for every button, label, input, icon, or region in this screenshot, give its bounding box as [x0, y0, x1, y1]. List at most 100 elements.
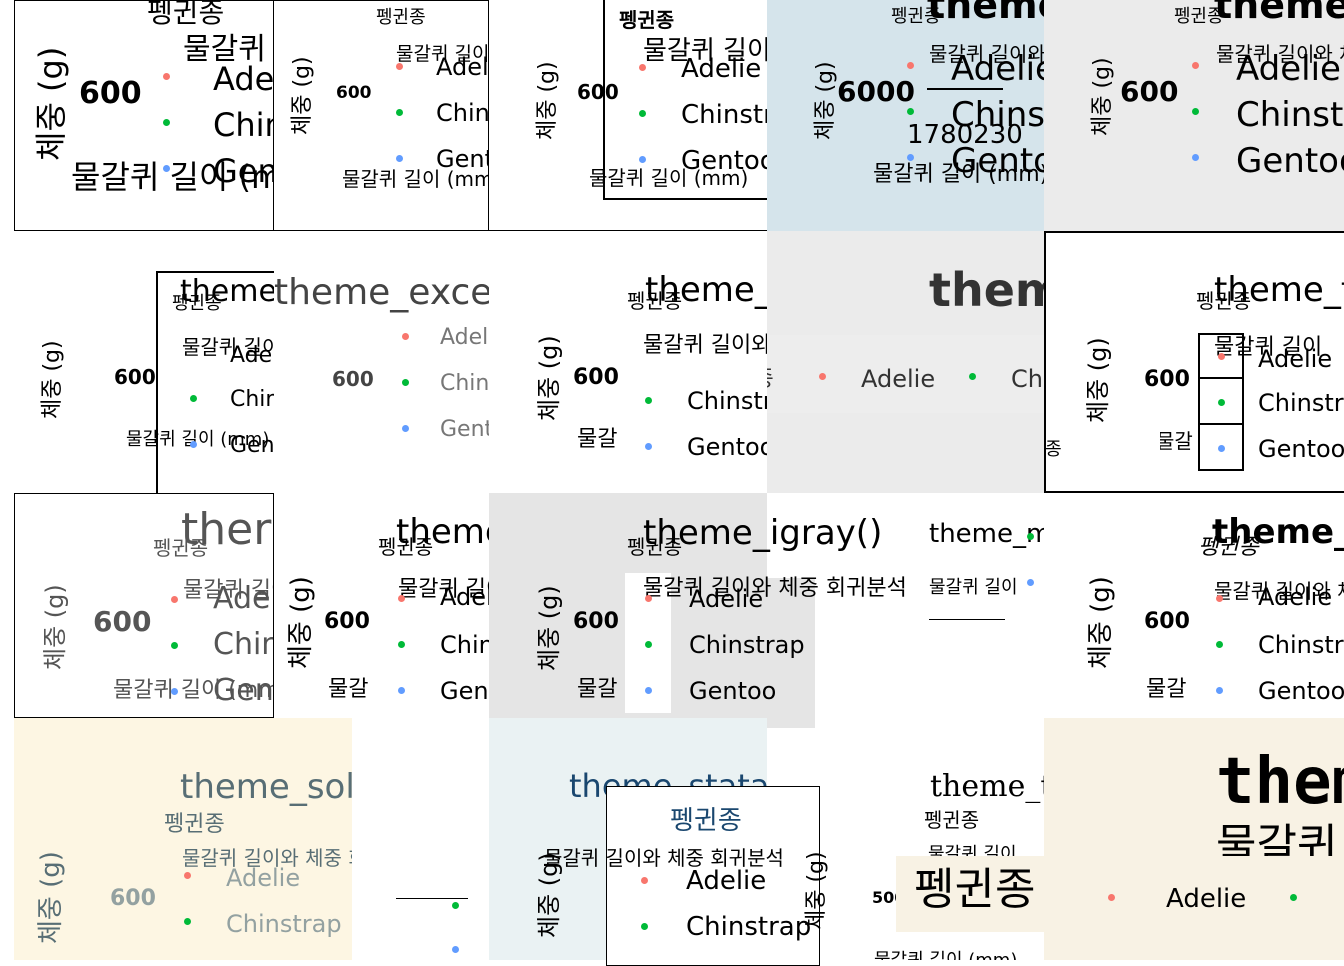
legend-label-chinstrap: Chinstrap [230, 387, 274, 412]
y-axis-label: 체중 (g) [40, 340, 65, 419]
y-axis-label: 체중 (g) [535, 335, 563, 421]
legend-key-chinstrap [1027, 533, 1034, 540]
y-axis-label: 체중 (g) [32, 46, 70, 161]
legend-key-adelie [819, 373, 826, 380]
legend-label-chinstrap: Chinstrap [687, 387, 767, 415]
legend-label-adelie: Adelie [951, 49, 1044, 89]
panel-14-minimal: theme_m 물갈퀴 길이 [815, 493, 1044, 718]
legend-label-chinstrap: Chinstrap [213, 627, 274, 662]
y-tick: 600 [573, 609, 619, 634]
legend-key-chinstrap [402, 379, 409, 386]
legend-title: 펭귄종 [147, 0, 225, 29]
subtitle: 물갈퀴 길이 [929, 577, 1018, 598]
legend-title: 펭귄종 [376, 7, 426, 28]
legend-key-chinstrap [1290, 894, 1297, 901]
legend-label-gentoo: Gentoo [951, 141, 1044, 181]
legend-key-adelie [398, 595, 405, 602]
legend-label-chinstrap: Chinstrap [226, 910, 342, 938]
y-axis-label: 체중 (g) [41, 584, 69, 670]
title: theme [1216, 745, 1344, 819]
legend-key-chinstrap [190, 395, 197, 402]
y-tick: 600 [577, 80, 619, 104]
panel-11: ther 펭귄종 물갈퀴 길이와 체중 회귀분석 600 체중 (g) 물갈퀴 … [14, 493, 274, 718]
title: theme_solarized_2 [180, 767, 352, 807]
y-tick: 600 [573, 365, 619, 390]
legend-label-adelie: Adelie [681, 54, 762, 84]
legend-key-chinstrap [907, 108, 914, 115]
x-axis-label: 물갈 [1156, 429, 1193, 453]
legend-label-gentoo: Gentoo [681, 146, 767, 176]
legend-title: 펭귄종 [1174, 6, 1224, 27]
legend-label-gentoo: Gentoo [230, 433, 274, 458]
legend-label-gentoo: Gentoo [440, 677, 489, 705]
legend-label-adelie: Adelie [861, 365, 936, 393]
legend-label-adelie: Adelie [1258, 345, 1333, 373]
legend-key-gentoo [402, 425, 409, 432]
legend-label-adelie: Adelie [226, 864, 301, 892]
y-tick: 600 [324, 609, 370, 634]
legend-title: 펭귄종 [1196, 289, 1252, 313]
legend-key-gentoo [1216, 687, 1223, 694]
legend-key-gentoo [645, 443, 652, 450]
y-axis-label: 체중 (g) [1084, 337, 1112, 423]
solarized-axis-line [396, 898, 468, 899]
legend-title: 펭귄종 [924, 808, 980, 832]
legend-key-adelie [1192, 62, 1199, 69]
panel-5: theme 펭귄종 물갈퀴 길이와 체중 회귀분석 600 체중 (g) Ade… [1044, 0, 1344, 231]
panel-16-solarized: theme_solarized_2 펭귄종 물갈퀴 길이와 체중 회귀분석 60… [14, 718, 352, 960]
panel-8: theme_ 펭귄종 물갈퀴 길이와 체중 회귀분석 600 체중 (g) 물갈… [489, 231, 767, 493]
title: theme_t [930, 769, 1044, 804]
legend-label-gentoo: Gentoo [436, 145, 488, 173]
panel-12: theme 펭귄종 물갈퀴 길이와 체중 회귀분석 600 체중 (g) 물갈 … [274, 493, 489, 718]
y-tick: 600 [332, 367, 374, 391]
stata-legend-title: 펭귄종 [670, 806, 742, 836]
legend-label-gentoo: Gentoo [1258, 435, 1344, 463]
legend-title: 펭귄종 [891, 6, 941, 27]
y-axis-label: 체중 (g) [535, 61, 560, 140]
legend-label-chinstrap: Chinstrap [440, 631, 489, 659]
legend-label-gentoo: Gentoo [689, 677, 777, 705]
y-axis-label: 체중 (g) [535, 585, 563, 671]
legend-label-chinstrap: Chinstrap [951, 95, 1044, 135]
legend-key-chinstrap [1216, 641, 1223, 648]
legend-label-chinstrap: Chinstrap [213, 106, 273, 144]
axis-line [929, 619, 1005, 620]
title: theme [1214, 0, 1344, 27]
y-tick: 600 [1144, 609, 1190, 634]
panel-10: theme_t 펭귄종 물갈퀴 길이 600 체중 (g) 물갈 Adelie … [1044, 231, 1344, 493]
y-tick: 600 [79, 76, 142, 111]
legend-key-adelie [184, 872, 191, 879]
legend-key-chinstrap [171, 642, 178, 649]
y-axis-label: 체중 (g) [36, 851, 66, 944]
legend-key-gentoo [163, 165, 170, 172]
legend-label-gentoo: Gentoo [213, 673, 274, 708]
legend-label-adelie: Adelie [213, 60, 274, 98]
y-tick: 600 [110, 886, 156, 911]
legend-title: 펭귄종 [153, 536, 209, 560]
y-axis-label: 체중 (g) [286, 576, 316, 669]
panel-4-economist: theme 펭귄종 물갈퀴 길이와 체중 회귀분석 6000 체중 (g) 17… [767, 0, 1044, 231]
title: theme [927, 0, 1044, 27]
legend-label-chinstrap: Chinstrap [1236, 95, 1344, 135]
legend-label-adelie: Adelie [440, 583, 489, 611]
legend-key-gentoo [396, 155, 403, 162]
y-tick: 600 [336, 83, 372, 103]
legend-key-adelie [171, 596, 178, 603]
legend-label-adelie: Adelie [1166, 884, 1247, 914]
legend-label-chinstrap: Chinstrap [1258, 631, 1344, 659]
panel-3: 펭귄종 물갈퀴 길이와 체중 회귀분석 600 체중 (g) 물갈퀴 길이 (m… [489, 0, 767, 231]
legend-key-chinstrap [641, 923, 648, 930]
legend-key-adelie [163, 73, 170, 80]
legend-key-chinstrap [1192, 108, 1199, 115]
x-axis-label: 물갈퀴 길이 (mm) [874, 952, 1017, 961]
legend-label-gentoo: Gentoo [440, 417, 489, 442]
panel-7-excel: theme_excel_ 600 Adelie Chinstrap Gentoo [274, 231, 489, 493]
title: theme_excel_ [274, 272, 489, 313]
legend-key-gentoo [1027, 579, 1034, 586]
legend-label-gentoo: Gentoo [1258, 677, 1344, 705]
legend-label-adelie: Adelie [1236, 49, 1341, 89]
legend-key-adelie [1216, 595, 1223, 602]
legend-title: 펭귄종 [627, 289, 683, 313]
legend-key-gentoo [171, 688, 178, 695]
legend-title: 펭귄종 [164, 812, 225, 837]
